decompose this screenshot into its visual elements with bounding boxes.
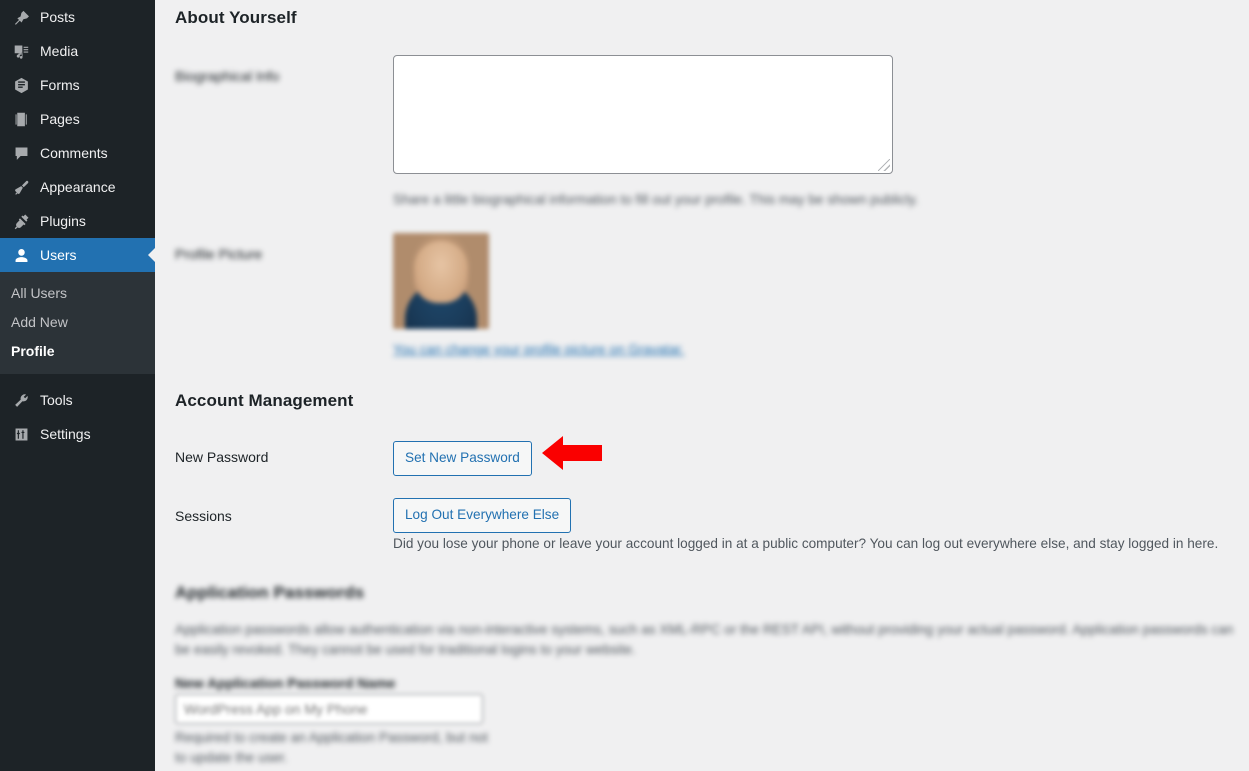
paintbrush-icon bbox=[11, 177, 31, 197]
application-passwords-description: Application passwords allow authenticati… bbox=[175, 622, 1234, 658]
profile-content: About Yourself Biographical Info Share a… bbox=[155, 0, 1249, 771]
biographical-info-label: Biographical Info bbox=[175, 68, 280, 84]
sidebar-item-label: Settings bbox=[40, 425, 91, 442]
sidebar-item-plugins[interactable]: Plugins bbox=[0, 204, 155, 238]
new-application-password-name-description: Required to create an Application Passwo… bbox=[175, 730, 488, 766]
admin-sidebar: Posts Media Forms Pages Comments Appeara… bbox=[0, 0, 156, 771]
account-management-heading: Account Management bbox=[175, 391, 354, 410]
log-out-everywhere-else-button[interactable]: Log Out Everywhere Else bbox=[393, 498, 572, 533]
avatar bbox=[393, 233, 489, 329]
wrench-icon bbox=[11, 390, 31, 410]
sidebar-item-label: Media bbox=[40, 42, 79, 59]
sidebar-item-label: Tools bbox=[40, 391, 73, 408]
sidebar-item-appearance[interactable]: Appearance bbox=[0, 170, 155, 204]
wordpress-admin-screen: Posts Media Forms Pages Comments Appeara… bbox=[0, 0, 1249, 771]
biographical-info-description: Share a little biographical information … bbox=[393, 192, 919, 207]
sidebar-item-label: Users bbox=[40, 246, 77, 263]
sidebar-divider bbox=[0, 374, 155, 383]
sidebar-item-forms[interactable]: Forms bbox=[0, 68, 155, 102]
avatar-image bbox=[393, 233, 489, 329]
new-application-password-name-input[interactable] bbox=[175, 694, 483, 724]
comment-icon bbox=[11, 143, 31, 163]
sidebar-item-tools[interactable]: Tools bbox=[0, 383, 155, 417]
sidebar-item-media[interactable]: Media bbox=[0, 34, 155, 68]
sidebar-item-settings[interactable]: Settings bbox=[0, 417, 155, 451]
biographical-info-textarea[interactable] bbox=[393, 55, 893, 174]
sidebar-item-label: Posts bbox=[40, 8, 76, 25]
sessions-label: Sessions bbox=[175, 508, 232, 524]
sidebar-item-comments[interactable]: Comments bbox=[0, 136, 155, 170]
new-application-password-name-label: New Application Password Name bbox=[175, 675, 396, 691]
gravatar-link[interactable]: You can change your profile picture on G… bbox=[393, 342, 684, 357]
application-passwords-heading: Application Passwords bbox=[175, 583, 365, 602]
sidebar-item-label: Forms bbox=[40, 76, 80, 93]
profile-picture-label: Profile Picture bbox=[175, 246, 263, 262]
sliders-icon bbox=[11, 424, 31, 444]
sidebar-item-add-new-user[interactable]: Add New bbox=[0, 308, 155, 337]
sidebar-item-pages[interactable]: Pages bbox=[0, 102, 155, 136]
sessions-description: Did you lose your phone or leave your ac… bbox=[393, 536, 1219, 551]
resize-handle-icon[interactable] bbox=[878, 159, 890, 171]
sidebar-item-label: Appearance bbox=[40, 178, 116, 195]
users-submenu: All Users Add New Profile bbox=[0, 272, 155, 375]
sidebar-item-label: Pages bbox=[40, 110, 80, 127]
sidebar-item-profile[interactable]: Profile bbox=[0, 337, 155, 366]
forms-icon bbox=[11, 75, 31, 95]
plug-icon bbox=[11, 211, 31, 231]
pages-icon bbox=[11, 109, 31, 129]
sidebar-item-label: Plugins bbox=[40, 212, 86, 229]
set-new-password-button[interactable]: Set New Password bbox=[393, 441, 532, 476]
sidebar-item-all-users[interactable]: All Users bbox=[0, 279, 155, 308]
pushpin-icon bbox=[11, 7, 31, 27]
about-yourself-heading: About Yourself bbox=[175, 8, 297, 27]
red-arrow-annotation bbox=[541, 434, 603, 472]
sidebar-item-posts[interactable]: Posts bbox=[0, 0, 155, 34]
sidebar-item-label: Comments bbox=[40, 144, 108, 161]
media-icon bbox=[11, 41, 31, 61]
user-icon bbox=[11, 245, 31, 265]
new-password-label: New Password bbox=[175, 449, 269, 465]
sidebar-item-users[interactable]: Users bbox=[0, 238, 156, 272]
arrow-left-icon bbox=[542, 436, 602, 470]
